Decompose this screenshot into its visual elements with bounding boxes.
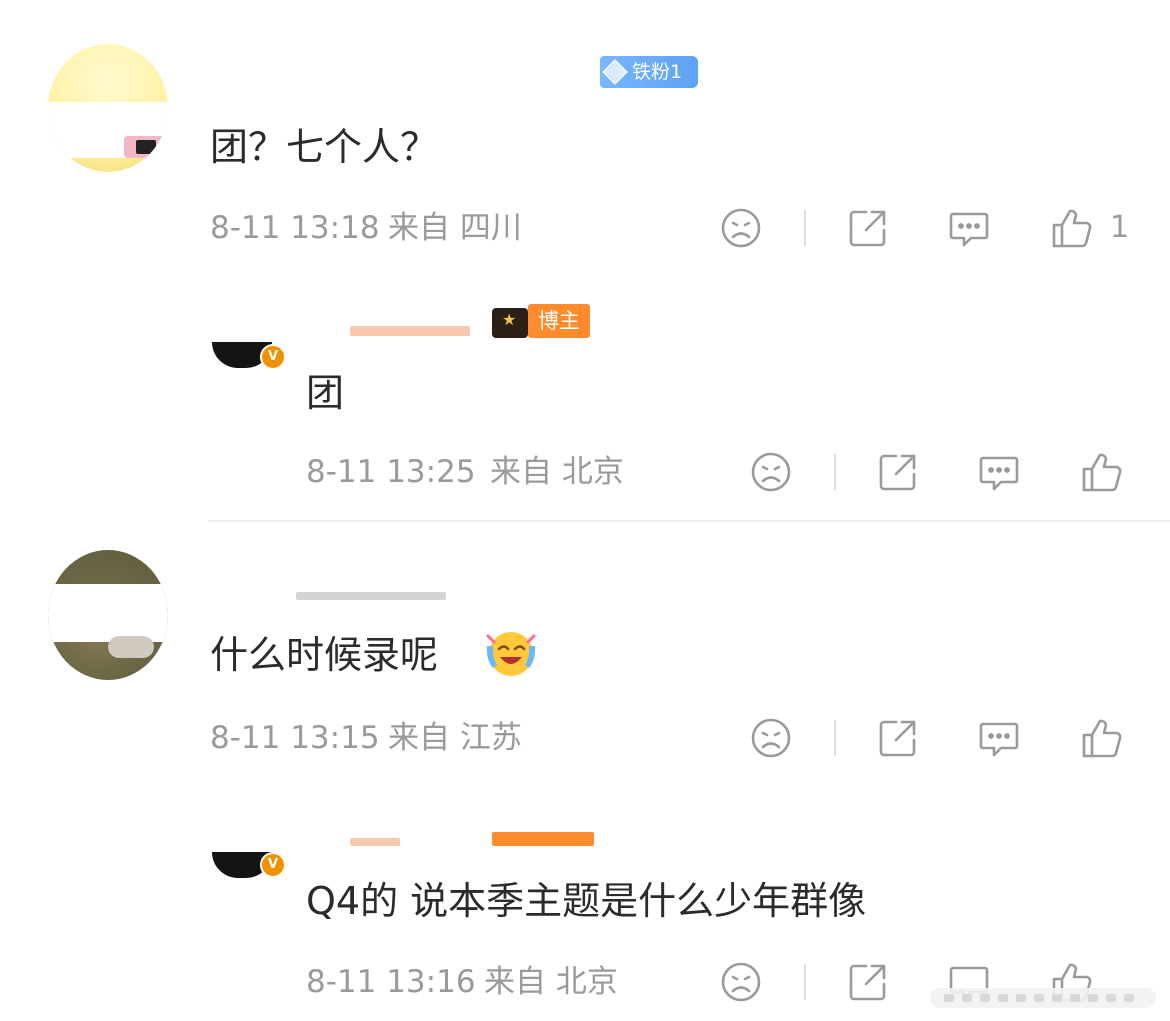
verified-badge-icon: V <box>260 344 286 370</box>
reply-time: 8-11 13:25 <box>306 454 476 490</box>
watermark-overlay <box>930 984 1156 1012</box>
comment-bubble-icon[interactable] <box>947 206 991 250</box>
share-icon[interactable] <box>846 206 890 250</box>
fan-badge-label: 铁粉1 <box>632 61 683 83</box>
action-separator <box>834 720 836 756</box>
reply-author-name-fragment <box>350 838 400 846</box>
reply-location: 来自 北京 <box>490 454 624 490</box>
avatar-cat-patch <box>108 636 154 658</box>
crown-icon: ★ <box>492 308 528 338</box>
commenter-avatar[interactable] <box>48 550 168 680</box>
laughing-tears-emoji <box>482 624 540 682</box>
blogger-badge: 博主 <box>528 304 590 338</box>
comment-time: 8-11 13:15 <box>210 720 380 756</box>
reply-text: 团 <box>306 371 345 415</box>
thumbs-up-icon[interactable] <box>1050 206 1094 250</box>
share-icon[interactable] <box>846 960 890 1004</box>
avatar-logo-tag <box>136 140 156 154</box>
reply-location: 来自 北京 <box>484 964 618 1000</box>
reply-author-name-fragment <box>350 326 470 336</box>
sad-face-icon[interactable] <box>719 206 763 250</box>
comment-location: 来自 四川 <box>388 210 522 246</box>
fan-level-badge: 铁粉1 <box>600 56 698 88</box>
comment-location: 来自 江苏 <box>388 720 522 756</box>
reply-time: 8-11 13:16 <box>306 964 476 1000</box>
like-count: 1 <box>1110 210 1130 245</box>
comment-divider <box>208 520 1170 522</box>
thumbs-up-icon[interactable] <box>1080 716 1124 760</box>
commenter-name-fragment <box>296 592 446 600</box>
sad-face-icon[interactable] <box>749 716 793 760</box>
star-icon: ★ <box>502 310 517 329</box>
commenter-avatar[interactable] <box>48 44 168 172</box>
share-icon[interactable] <box>876 716 920 760</box>
comment-time: 8-11 13:18 <box>210 210 380 246</box>
thumbs-up-icon[interactable] <box>1080 450 1124 494</box>
share-icon[interactable] <box>876 450 920 494</box>
reply-text: Q4的 说本季主题是什么少年群像 <box>306 879 867 923</box>
action-separator <box>804 210 806 246</box>
sad-face-icon[interactable] <box>719 960 763 1004</box>
comment-text: 什么时候录呢 <box>210 633 439 677</box>
sad-face-icon[interactable] <box>749 450 793 494</box>
verified-badge-icon: V <box>260 852 286 878</box>
comment-bubble-icon[interactable] <box>977 450 1021 494</box>
diamond-icon <box>602 59 628 85</box>
avatar-blur-strip <box>48 584 168 642</box>
reply-role-badge-fragment <box>492 832 594 846</box>
action-separator <box>804 964 806 1000</box>
comment-bubble-icon[interactable] <box>977 716 1021 760</box>
action-separator <box>834 454 836 490</box>
comment-text: 团？七个人？ <box>210 125 439 169</box>
